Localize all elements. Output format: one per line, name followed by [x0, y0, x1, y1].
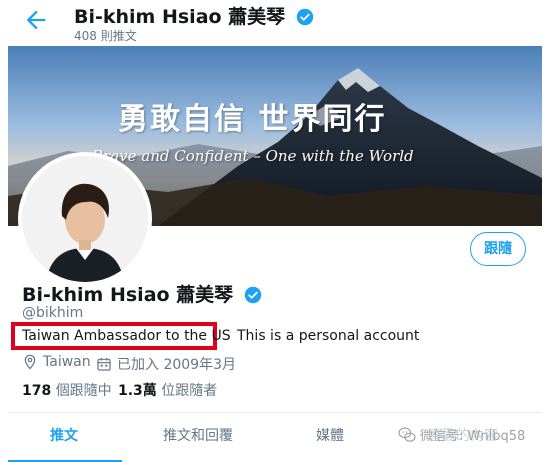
bio-text: This is a personal account	[237, 328, 420, 344]
tab-tweets[interactable]: 推文	[50, 425, 78, 445]
following-label: 個跟隨中	[55, 383, 112, 399]
profile-location: Taiwan	[22, 354, 91, 370]
header-name: Bi-khim Hsiao 蕭美琴	[74, 6, 286, 28]
profile-avatar[interactable]	[18, 152, 152, 286]
bio-title: Taiwan Ambassador to the US	[22, 328, 231, 344]
header-name-row: Bi-khim Hsiao 蕭美琴	[74, 2, 314, 29]
following-stat[interactable]: 178 個跟隨中	[22, 380, 112, 400]
profile-handle: @bikhim	[22, 305, 84, 321]
calendar-icon	[97, 358, 111, 371]
join-date-text: 已加入 2009年3月	[117, 357, 236, 373]
wechat-icon	[398, 427, 416, 442]
back-arrow-icon[interactable]	[22, 6, 50, 34]
tab-media[interactable]: 媒體	[316, 425, 344, 445]
watermark-text: 微信号: Wnlbq58	[420, 429, 526, 444]
following-count: 178	[22, 383, 52, 399]
avatar-photo	[22, 156, 148, 282]
profile-name-row: Bi-khim Hsiao 蕭美琴	[22, 280, 262, 307]
profile-join-date: 已加入 2009年3月	[96, 354, 236, 374]
followers-label: 位跟隨者	[161, 383, 218, 399]
location-text: Taiwan	[43, 354, 91, 370]
top-header: Bi-khim Hsiao 蕭美琴 408 則推文	[0, 0, 550, 46]
verified-badge-icon	[296, 8, 314, 26]
tweet-count: 408 則推文	[74, 29, 137, 43]
tab-tweets-and-replies[interactable]: 推文和回覆	[163, 425, 233, 445]
followers-count: 1.3萬	[118, 383, 157, 399]
banner-title: 勇敢自信 世界同行	[118, 102, 387, 137]
verified-badge-icon	[244, 286, 262, 304]
location-pin-icon	[24, 354, 36, 370]
profile-name: Bi-khim Hsiao 蕭美琴	[22, 284, 234, 306]
followers-stat[interactable]: 1.3萬 位跟隨者	[118, 380, 217, 400]
follow-button[interactable]: 跟隨	[470, 232, 526, 266]
banner-subtitle: Brave and Confident – One with the World	[92, 147, 414, 165]
wechat-watermark: 微信号: Wnlbq58	[398, 425, 525, 444]
